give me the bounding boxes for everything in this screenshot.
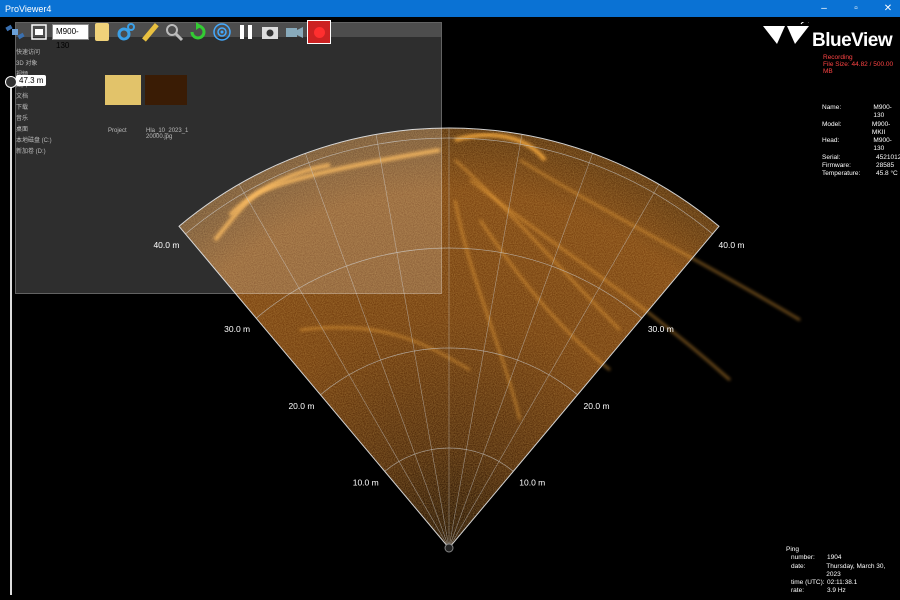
explorer-sidebar: 快速访问3D 对象视频图片文档下载音乐桌面本地磁盘 (C:)新加卷 (D:): [16, 48, 76, 218]
window-title: ProViewer4: [5, 3, 52, 14]
info-row: Serial: 4521012: [822, 154, 900, 162]
zoom-magnifier-icon[interactable]: [163, 20, 185, 44]
file-label-project: Project: [108, 128, 127, 134]
image-thumbnail: [145, 75, 187, 105]
info-value: 4521012: [876, 153, 900, 161]
explorer-sidebar-item: 3D 对象: [16, 61, 38, 67]
ping-value: 1904: [827, 554, 842, 562]
info-key: Firmware:: [822, 162, 851, 170]
satellite-icon[interactable]: [4, 20, 26, 44]
teledyne-logo-icon: [763, 22, 809, 44]
info-key: Head:: [822, 137, 840, 145]
window-titlebar[interactable]: ProViewer4 – ▫ ✕: [0, 0, 900, 17]
info-key: Name:: [822, 104, 842, 111]
sonar-head-icon[interactable]: [28, 20, 50, 44]
folder-icon: [105, 75, 141, 105]
record-button[interactable]: [307, 20, 331, 44]
info-value: M900-MKII: [871, 120, 891, 136]
recording-label: Recording: [823, 54, 853, 61]
range-label-right: 10.0 m: [519, 477, 545, 487]
info-key: Model:: [822, 120, 842, 128]
ping-value: 3.9 Hz: [827, 587, 846, 595]
range-label-right: 40.0 m: [719, 240, 745, 250]
notes-icon[interactable]: [91, 20, 113, 44]
info-key: Temperature:: [822, 170, 861, 178]
ping-row: rate: 3.9 Hz: [786, 587, 900, 595]
file-size-label: File Size: 44.82 / 500.00 MB: [823, 61, 894, 75]
ping-key: number:: [791, 554, 815, 562]
snapshot-camera-icon[interactable]: [259, 20, 281, 44]
close-button[interactable]: ✕: [882, 3, 894, 14]
range-label-right: 20.0 m: [584, 401, 610, 411]
sonar-info-panel: Name: M900-130 Model: M900-MKII Head: M900-13…: [822, 104, 900, 179]
broadcast-icon[interactable]: [211, 20, 233, 44]
background-explorer-window: [15, 22, 442, 294]
explorer-sidebar-item: 文档: [16, 94, 29, 100]
minimize-button[interactable]: –: [818, 3, 830, 14]
sonar-origin: [444, 543, 454, 553]
explorer-sidebar-item: 本地磁盘 (C:): [16, 138, 52, 144]
ruler-icon[interactable]: [139, 20, 161, 44]
maximize-button[interactable]: ▫: [850, 3, 862, 14]
info-value: 45.8 °C: [876, 170, 898, 178]
info-row: Head: M900-130: [822, 137, 900, 154]
info-value: M900-130: [873, 104, 892, 120]
video-camera-icon[interactable]: [283, 20, 305, 44]
ping-key: rate:: [791, 587, 805, 595]
brand-name: BlueView: [812, 30, 893, 51]
ping-key: time (UTC):: [791, 579, 825, 587]
depth-value-label: 47.3 m: [16, 75, 47, 86]
ping-value: Thursday, March 30, 2023: [826, 562, 886, 578]
info-row: Temperature: 45.8 °C: [822, 170, 900, 178]
head-select-dropdown[interactable]: M900-130: [52, 24, 89, 50]
explorer-sidebar-item: 下载: [16, 105, 29, 111]
settings-gear-icon[interactable]: [115, 20, 137, 44]
info-key: Serial:: [822, 153, 841, 161]
explorer-sidebar-item: 音乐: [16, 116, 29, 122]
ping-row: time (UTC): 02:11:38.1: [786, 579, 900, 587]
range-label-left: 20.0 m: [288, 401, 314, 411]
range-label-left: 30.0 m: [224, 324, 250, 334]
explorer-sidebar-item: 新加卷 (D:): [16, 149, 46, 155]
explorer-sidebar-item: 桌面: [16, 127, 29, 133]
range-label-right: 30.0 m: [648, 324, 674, 334]
depth-slider-track[interactable]: [10, 85, 12, 595]
info-row: Model: M900-MKII: [822, 121, 900, 138]
ping-row: date: Thursday, March 30, 2023: [786, 563, 900, 580]
ping-info-panel: Ping number: 1904 date: Thursday, March 30,…: [786, 546, 900, 596]
ping-value: 02:11:38.1: [827, 579, 858, 587]
toolbar: M900-130: [4, 17, 331, 50]
range-label-left: 10.0 m: [353, 477, 379, 487]
ping-row: number: 1904: [786, 554, 900, 562]
record-icon: [313, 26, 325, 38]
ping-heading: Ping: [786, 546, 800, 553]
file-label-image: Hla_10_2023_1 20000.jpg: [146, 128, 189, 140]
recording-status: Recording File Size: 44.82 / 500.00 MB: [823, 54, 900, 75]
pause-icon[interactable]: [235, 20, 257, 44]
info-row: Name: M900-130: [822, 104, 900, 121]
ping-key: date:: [791, 562, 806, 570]
info-value: M900-130: [873, 137, 892, 153]
refresh-icon[interactable]: [187, 20, 209, 44]
